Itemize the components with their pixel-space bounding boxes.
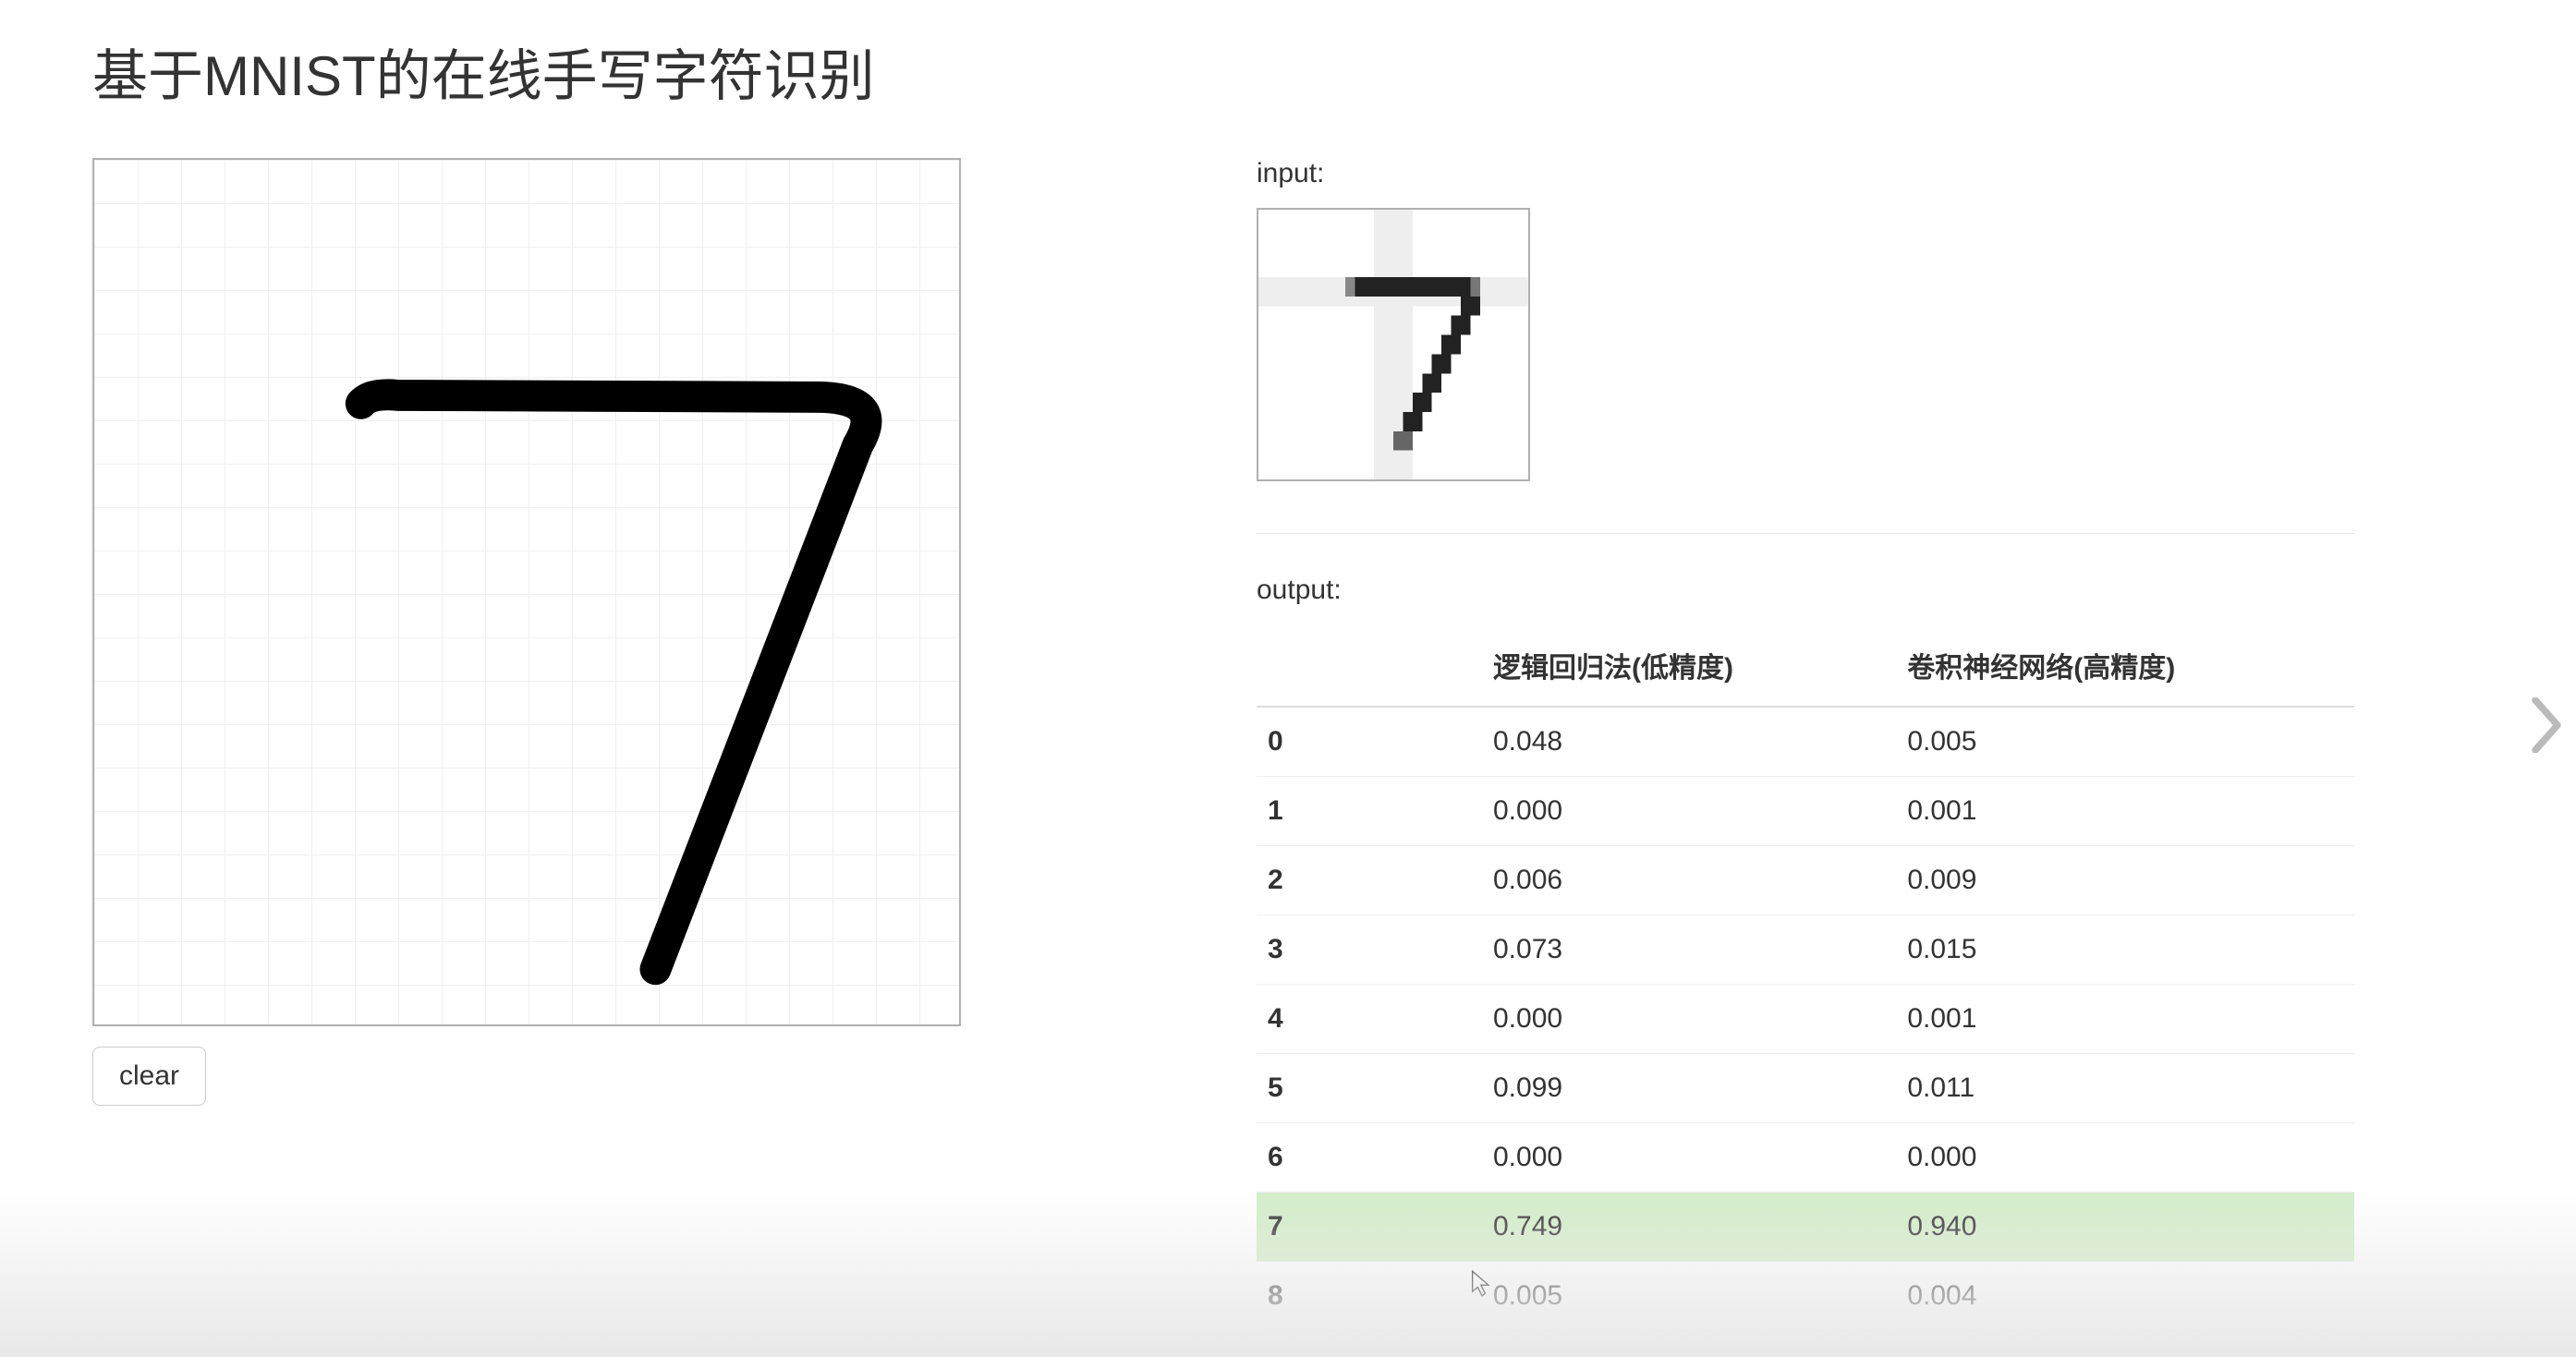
cell-cnn: 0.009 xyxy=(1896,846,2354,915)
cell-digit: 8 xyxy=(1257,1262,1482,1331)
table-row: 20.0060.009 xyxy=(1257,846,2354,915)
cell-cnn: 0.005 xyxy=(1896,707,2354,777)
page-title: 基于MNIST的在线手写字符识别 xyxy=(92,31,2484,112)
cell-logistic: 0.000 xyxy=(1482,1123,1896,1193)
input-thumbnail xyxy=(1257,208,1530,481)
cell-digit: 9 xyxy=(1257,1331,1482,1357)
table-row: 80.0050.004 xyxy=(1257,1262,2354,1331)
cell-digit: 4 xyxy=(1257,985,1482,1054)
cell-digit: 7 xyxy=(1257,1193,1482,1262)
input-label: input: xyxy=(1257,158,2354,189)
cell-logistic: 0.006 xyxy=(1482,846,1896,915)
th-cnn: 卷积神经网络(高精度) xyxy=(1896,624,2354,707)
drawn-stroke xyxy=(94,160,959,1024)
thumbnail-digit-icon xyxy=(1258,210,1528,479)
cell-logistic: 0.005 xyxy=(1482,1262,1896,1331)
th-logistic: 逻辑回归法(低精度) xyxy=(1482,624,1896,707)
cell-digit: 6 xyxy=(1257,1123,1482,1193)
drawing-canvas[interactable] xyxy=(92,158,961,1026)
table-row: 10.0000.001 xyxy=(1257,777,2354,846)
output-table: 逻辑回归法(低精度) 卷积神经网络(高精度) 00.0480.00510.000… xyxy=(1257,624,2354,1357)
cell-cnn: 0.011 xyxy=(1896,1054,2354,1123)
cell-cnn: 0.001 xyxy=(1896,985,2354,1054)
cell-logistic: 0.073 xyxy=(1482,915,1896,985)
cell-digit: 1 xyxy=(1257,777,1482,846)
next-arrow-button[interactable] xyxy=(2517,684,2576,767)
table-row: 30.0730.015 xyxy=(1257,915,2354,985)
cell-cnn: 0.000 xyxy=(1896,1123,2354,1193)
cell-cnn: 0.004 xyxy=(1896,1262,2354,1331)
cell-logistic: 0.000 xyxy=(1482,985,1896,1054)
table-row: 50.0990.011 xyxy=(1257,1054,2354,1123)
cell-digit: 5 xyxy=(1257,1054,1482,1123)
cell-logistic: 0.048 xyxy=(1482,707,1896,777)
cell-digit: 0 xyxy=(1257,707,1482,777)
cell-logistic: 0.000 xyxy=(1482,777,1896,846)
cell-cnn: 0.015 xyxy=(1896,915,2354,985)
table-row: 40.0000.001 xyxy=(1257,985,2354,1054)
cell-digit: 2 xyxy=(1257,846,1482,915)
table-row: 00.0480.005 xyxy=(1257,707,2354,777)
table-row: 90.0200.016 xyxy=(1257,1331,2354,1357)
cell-logistic: 0.099 xyxy=(1482,1054,1896,1123)
th-digit xyxy=(1257,624,1482,707)
cell-cnn: 0.940 xyxy=(1896,1193,2354,1262)
cell-cnn: 0.001 xyxy=(1896,777,2354,846)
cell-digit: 3 xyxy=(1257,915,1482,985)
chevron-right-icon xyxy=(2530,697,2563,753)
cell-logistic: 0.749 xyxy=(1482,1193,1896,1262)
cell-cnn: 0.016 xyxy=(1896,1331,2354,1357)
table-row: 70.7490.940 xyxy=(1257,1193,2354,1262)
divider xyxy=(1257,533,2354,534)
cell-logistic: 0.020 xyxy=(1482,1331,1896,1357)
output-label: output: xyxy=(1257,575,2354,606)
clear-button[interactable]: clear xyxy=(92,1047,206,1106)
table-row: 60.0000.000 xyxy=(1257,1123,2354,1193)
